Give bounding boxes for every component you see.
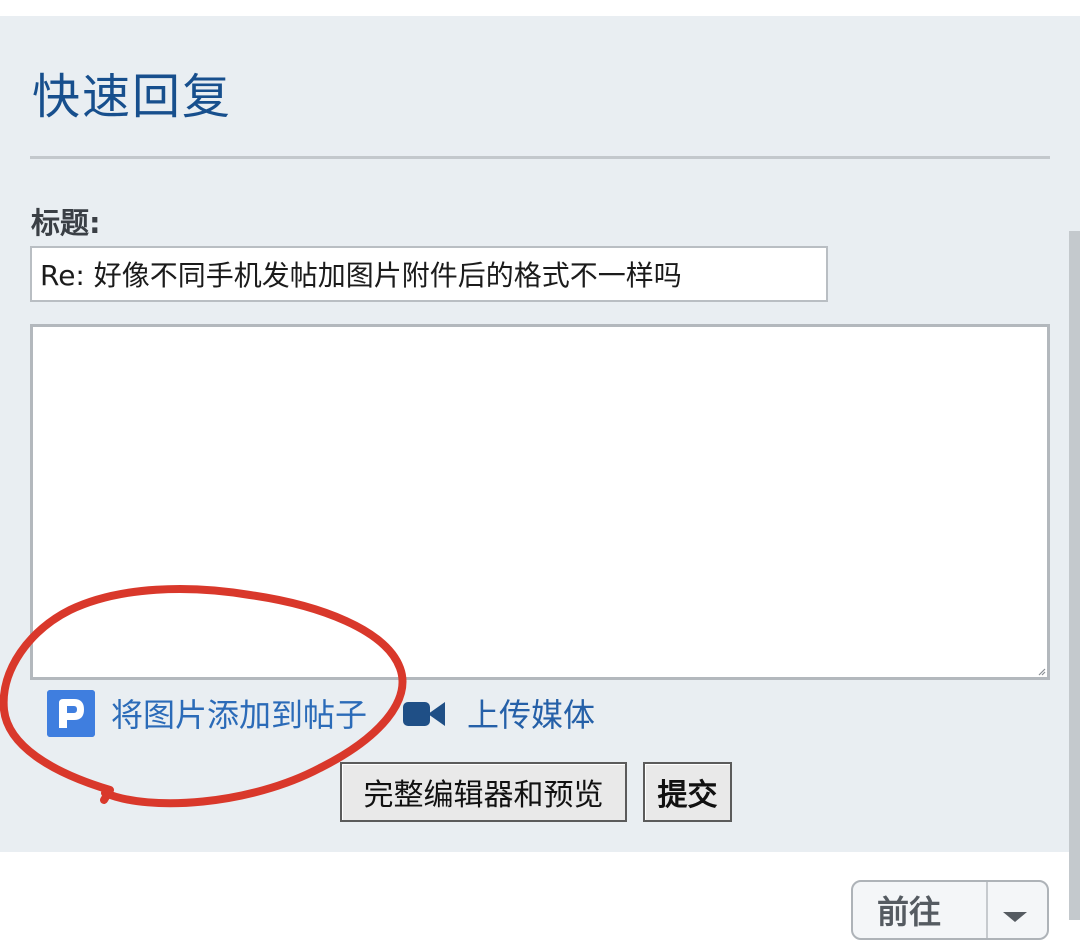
title-divider bbox=[30, 156, 1050, 159]
goto-separator bbox=[986, 882, 988, 938]
submit-button[interactable]: 提交 bbox=[643, 762, 732, 822]
chevron-down-icon[interactable] bbox=[1003, 912, 1027, 922]
resize-grip-icon[interactable] bbox=[1036, 666, 1046, 676]
quick-reply-title: 快速回复 bbox=[32, 69, 233, 125]
message-textarea[interactable] bbox=[30, 324, 1050, 680]
subject-label: 标题: bbox=[31, 206, 101, 240]
upload-media-link[interactable]: 上传媒体 bbox=[467, 694, 595, 736]
photo-p-icon[interactable] bbox=[47, 690, 95, 737]
page-scrollbar[interactable] bbox=[1069, 231, 1080, 920]
attachment-row: 将图片添加到帖子 上传媒体 bbox=[0, 688, 1080, 740]
add-image-link[interactable]: 将图片添加到帖子 bbox=[111, 694, 367, 736]
video-camera-icon[interactable] bbox=[403, 700, 445, 728]
subject-input[interactable] bbox=[30, 246, 828, 302]
full-editor-preview-button[interactable]: 完整编辑器和预览 bbox=[340, 762, 627, 822]
goto-label[interactable]: 前往 bbox=[877, 892, 941, 932]
goto-dropdown[interactable]: 前往 bbox=[851, 880, 1049, 940]
